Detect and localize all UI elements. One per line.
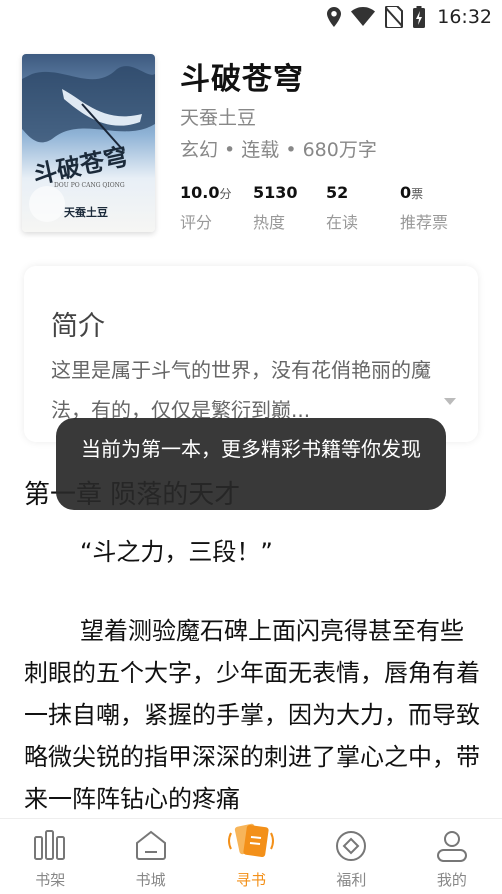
bottom-nav: 书架 书城 寻书 福利 我的 xyxy=(0,818,502,894)
cover-author: 天蚕土豆 xyxy=(64,206,108,219)
wifi-icon xyxy=(351,7,376,26)
stat-value: 52 xyxy=(326,183,349,202)
stat-label: 在读 xyxy=(326,213,359,232)
nav-label: 寻书 xyxy=(236,871,267,889)
chapter-paragraph: 望着测验魔石碑上面闪亮得甚至有些刺眼的五个大字，少年面无表情，唇角有着一抹自嘲，… xyxy=(24,617,480,813)
nav-item-benefits[interactable]: 福利 xyxy=(301,819,401,894)
toast-message: 当前为第一本，更多精彩书籍等你发现 xyxy=(56,418,446,510)
stat-unit: 分 xyxy=(219,187,232,201)
find-book-icon xyxy=(228,823,275,857)
profile-icon xyxy=(436,831,467,862)
intro-card[interactable]: 简介 这里是属于斗气的世界，没有花俏艳丽的魔法，有的，仅仅是繁衍到巅... xyxy=(24,266,478,442)
nav-label: 书城 xyxy=(135,871,166,889)
book-meta: 玄幻 • 连载 • 680万字 xyxy=(180,139,377,161)
cover-subtitle: DOU PO CANG QIONG xyxy=(54,182,125,189)
status-time: 16:32 xyxy=(437,6,492,28)
book-title: 斗破苍穹 xyxy=(180,62,304,97)
stat-label: 热度 xyxy=(253,213,286,232)
location-icon xyxy=(327,7,342,27)
book-author[interactable]: 天蚕土豆 xyxy=(180,103,256,130)
stat-value: 0 xyxy=(400,183,412,202)
book-cover[interactable]: 斗破苍穹 DOU PO CANG QIONG 天蚕土豆 xyxy=(22,54,155,232)
status-bar: 16:32 xyxy=(0,0,502,36)
nav-item-bookstore[interactable]: 书城 xyxy=(100,819,200,894)
bookshelf-icon xyxy=(34,830,66,860)
chapter-paragraph-quote: “斗之力，三段！” xyxy=(80,538,273,566)
stat-unit: 票 xyxy=(411,187,424,201)
stat-reading: 52 在读 xyxy=(326,183,358,232)
nav-label: 书架 xyxy=(35,871,66,889)
stat-label: 推荐票 xyxy=(400,213,449,232)
stat-label: 评分 xyxy=(180,213,213,232)
stat-recommend[interactable]: 0票 推荐票 xyxy=(400,183,448,232)
battery-charging-icon xyxy=(413,6,426,28)
bookstore-icon xyxy=(135,830,166,860)
expand-arrow-icon[interactable] xyxy=(444,398,456,405)
nav-label: 福利 xyxy=(336,871,367,889)
stat-popularity: 5130 热度 xyxy=(253,183,298,232)
status-icons: 16:32 xyxy=(327,6,492,28)
stat-value: 5130 xyxy=(253,183,298,202)
nav-label: 我的 xyxy=(436,871,467,889)
benefits-icon xyxy=(336,831,367,861)
stat-rating: 10.0分 评分 xyxy=(180,183,232,232)
nav-item-find-book[interactable]: 寻书 xyxy=(201,819,301,894)
stat-value: 10.0 xyxy=(180,183,220,202)
nav-item-profile[interactable]: 我的 xyxy=(402,819,502,894)
no-sim-icon xyxy=(385,6,404,28)
intro-title: 简介 xyxy=(51,311,105,342)
nav-item-bookshelf[interactable]: 书架 xyxy=(0,819,100,894)
